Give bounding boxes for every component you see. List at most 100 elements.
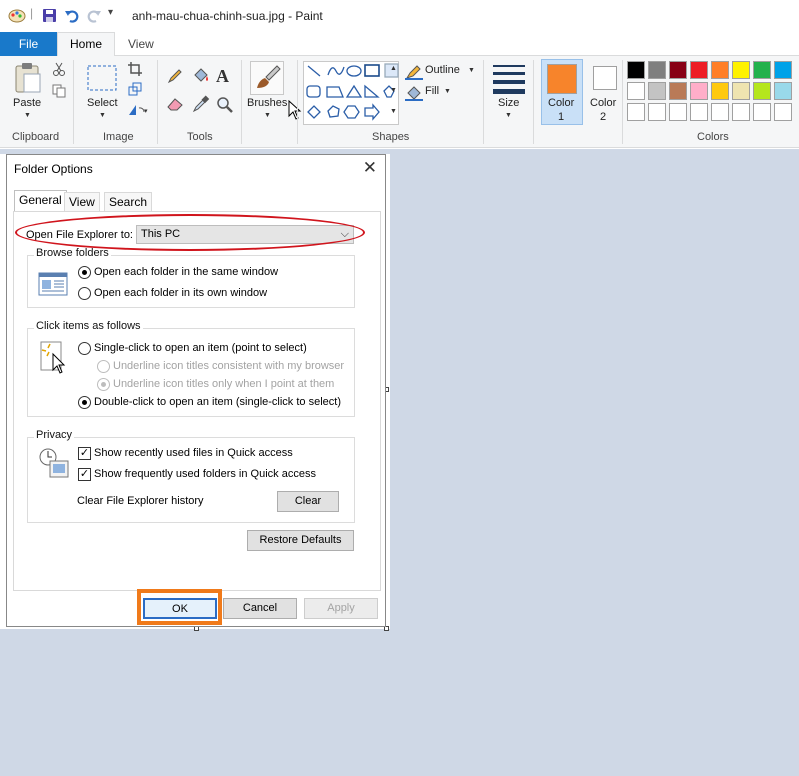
svg-text:▾: ▾: [144, 108, 148, 115]
shapes-expand-icon[interactable]: ▼: [390, 108, 397, 115]
tab-home[interactable]: Home: [57, 32, 115, 57]
own-window-label[interactable]: Open each folder in its own window: [94, 287, 267, 299]
same-window-label[interactable]: Open each folder in the same window: [94, 266, 278, 278]
custom-color-slot[interactable]: [732, 103, 750, 121]
dialog-title: Folder Options: [14, 162, 93, 176]
radio-double-click[interactable]: [78, 396, 91, 409]
palette-color-swatch[interactable]: [627, 61, 645, 79]
radio-underline-point[interactable]: [97, 378, 110, 391]
pencil-icon[interactable]: [167, 68, 183, 84]
outline-icon[interactable]: [405, 64, 423, 80]
shapes-group-label: Shapes: [372, 131, 410, 143]
paste-icon[interactable]: [14, 62, 44, 94]
palette-color-swatch[interactable]: [774, 61, 792, 79]
radio-single-click[interactable]: [78, 342, 91, 355]
select-icon[interactable]: [86, 64, 118, 92]
custom-color-slot[interactable]: [711, 103, 729, 121]
palette-color-swatch[interactable]: [753, 82, 771, 100]
custom-color-slot[interactable]: [774, 103, 792, 121]
color1-label[interactable]: Color: [548, 97, 574, 109]
frequent-folders-label[interactable]: Show frequently used folders in Quick ac…: [94, 468, 316, 480]
palette-color-swatch[interactable]: [648, 82, 666, 100]
radio-own-window[interactable]: [78, 287, 91, 300]
color2-label[interactable]: Color: [590, 97, 616, 109]
undo-icon[interactable]: [64, 8, 80, 23]
palette-color-swatch[interactable]: [669, 82, 687, 100]
palette-color-swatch[interactable]: [627, 82, 645, 100]
radio-same-window[interactable]: [78, 266, 91, 279]
close-icon[interactable]: ✕: [363, 158, 377, 178]
palette-color-swatch[interactable]: [711, 82, 729, 100]
outline-dropdown-icon[interactable]: ▼: [468, 67, 475, 74]
recent-files-label[interactable]: Show recently used files in Quick access: [94, 447, 293, 459]
crop-icon[interactable]: [128, 62, 142, 76]
fill-dropdown-icon[interactable]: ▼: [444, 88, 451, 95]
custom-color-slot[interactable]: [627, 103, 645, 121]
restore-defaults-button[interactable]: Restore Defaults: [247, 530, 354, 551]
tab-view[interactable]: View: [128, 32, 154, 56]
resize-icon[interactable]: [128, 82, 142, 96]
palette-color-swatch[interactable]: [732, 61, 750, 79]
size-label[interactable]: Size: [498, 97, 519, 109]
apply-button[interactable]: Apply: [304, 598, 378, 619]
underline-point-label[interactable]: Underline icon titles only when I point …: [113, 378, 334, 390]
custom-color-slot[interactable]: [648, 103, 666, 121]
fill-bucket-icon[interactable]: [192, 67, 210, 85]
palette-color-swatch[interactable]: [732, 82, 750, 100]
shapes-scroll-up-icon[interactable]: ▲: [390, 65, 397, 72]
double-click-label[interactable]: Double-click to open an item (single-cli…: [94, 396, 341, 408]
privacy-icon: [39, 448, 69, 478]
copy-icon[interactable]: [52, 84, 66, 98]
paste-label[interactable]: Paste: [13, 97, 41, 109]
shapes-gallery-icons[interactable]: [303, 61, 403, 125]
shapes-scroll-down-icon[interactable]: ▼: [390, 87, 397, 94]
size-dropdown-icon[interactable]: ▼: [505, 112, 512, 119]
save-icon[interactable]: [42, 8, 57, 23]
underline-consistent-label[interactable]: Underline icon titles consistent with my…: [113, 360, 344, 372]
color2-swatch[interactable]: [593, 66, 617, 90]
window-title: anh-mau-chua-chinh-sua.jpg - Paint: [132, 9, 323, 23]
custom-color-slot[interactable]: [690, 103, 708, 121]
brushes-dropdown-icon[interactable]: ▼: [264, 112, 271, 119]
outline-label[interactable]: Outline: [425, 64, 460, 76]
size-icon[interactable]: [492, 64, 526, 94]
tab-view[interactable]: View: [64, 192, 100, 212]
radio-underline-consistent[interactable]: [97, 360, 110, 373]
custom-color-slot[interactable]: [753, 103, 771, 121]
palette-color-swatch[interactable]: [690, 82, 708, 100]
magnifier-icon[interactable]: [216, 96, 234, 114]
redo-icon[interactable]: [86, 8, 102, 23]
checkbox-recent-files[interactable]: ✓: [78, 447, 91, 460]
palette-color-swatch[interactable]: [774, 82, 792, 100]
customize-qat-icon[interactable]: ▾: [108, 7, 113, 18]
fill-label[interactable]: Fill: [425, 85, 439, 97]
color-picker-icon[interactable]: [192, 95, 210, 113]
single-click-label[interactable]: Single-click to open an item (point to s…: [94, 342, 307, 354]
palette-color-swatch[interactable]: [669, 61, 687, 79]
color1-swatch[interactable]: [547, 64, 577, 94]
palette-color-swatch[interactable]: [753, 61, 771, 79]
palette-color-swatch[interactable]: [648, 61, 666, 79]
paste-dropdown-icon[interactable]: ▼: [24, 112, 31, 119]
rotate-icon[interactable]: ▾: [128, 103, 150, 117]
palette-color-swatch[interactable]: [690, 61, 708, 79]
palette-color-swatch[interactable]: [711, 61, 729, 79]
eraser-icon[interactable]: [167, 96, 185, 112]
brushes-label[interactable]: Brushes: [247, 97, 287, 109]
browse-folders-icon: [38, 272, 68, 296]
clear-history-button[interactable]: Clear: [277, 491, 339, 512]
select-label[interactable]: Select: [87, 97, 118, 109]
text-tool-icon[interactable]: A: [216, 66, 229, 87]
cut-icon[interactable]: [52, 62, 66, 76]
brush-icon[interactable]: [253, 64, 281, 92]
checkbox-frequent-folders[interactable]: ✓: [78, 468, 91, 481]
select-dropdown-icon[interactable]: ▼: [99, 112, 106, 119]
tab-general[interactable]: General: [14, 190, 67, 212]
fill-icon[interactable]: [405, 85, 423, 101]
tab-search[interactable]: Search: [104, 192, 153, 212]
tab-file[interactable]: File: [0, 32, 57, 56]
group-divider: [533, 60, 534, 144]
cancel-button[interactable]: Cancel: [223, 598, 297, 619]
custom-color-slot[interactable]: [669, 103, 687, 121]
ribbon: Paste ▼ Clipboard Select ▼ ▾ Image A Too…: [0, 56, 799, 148]
